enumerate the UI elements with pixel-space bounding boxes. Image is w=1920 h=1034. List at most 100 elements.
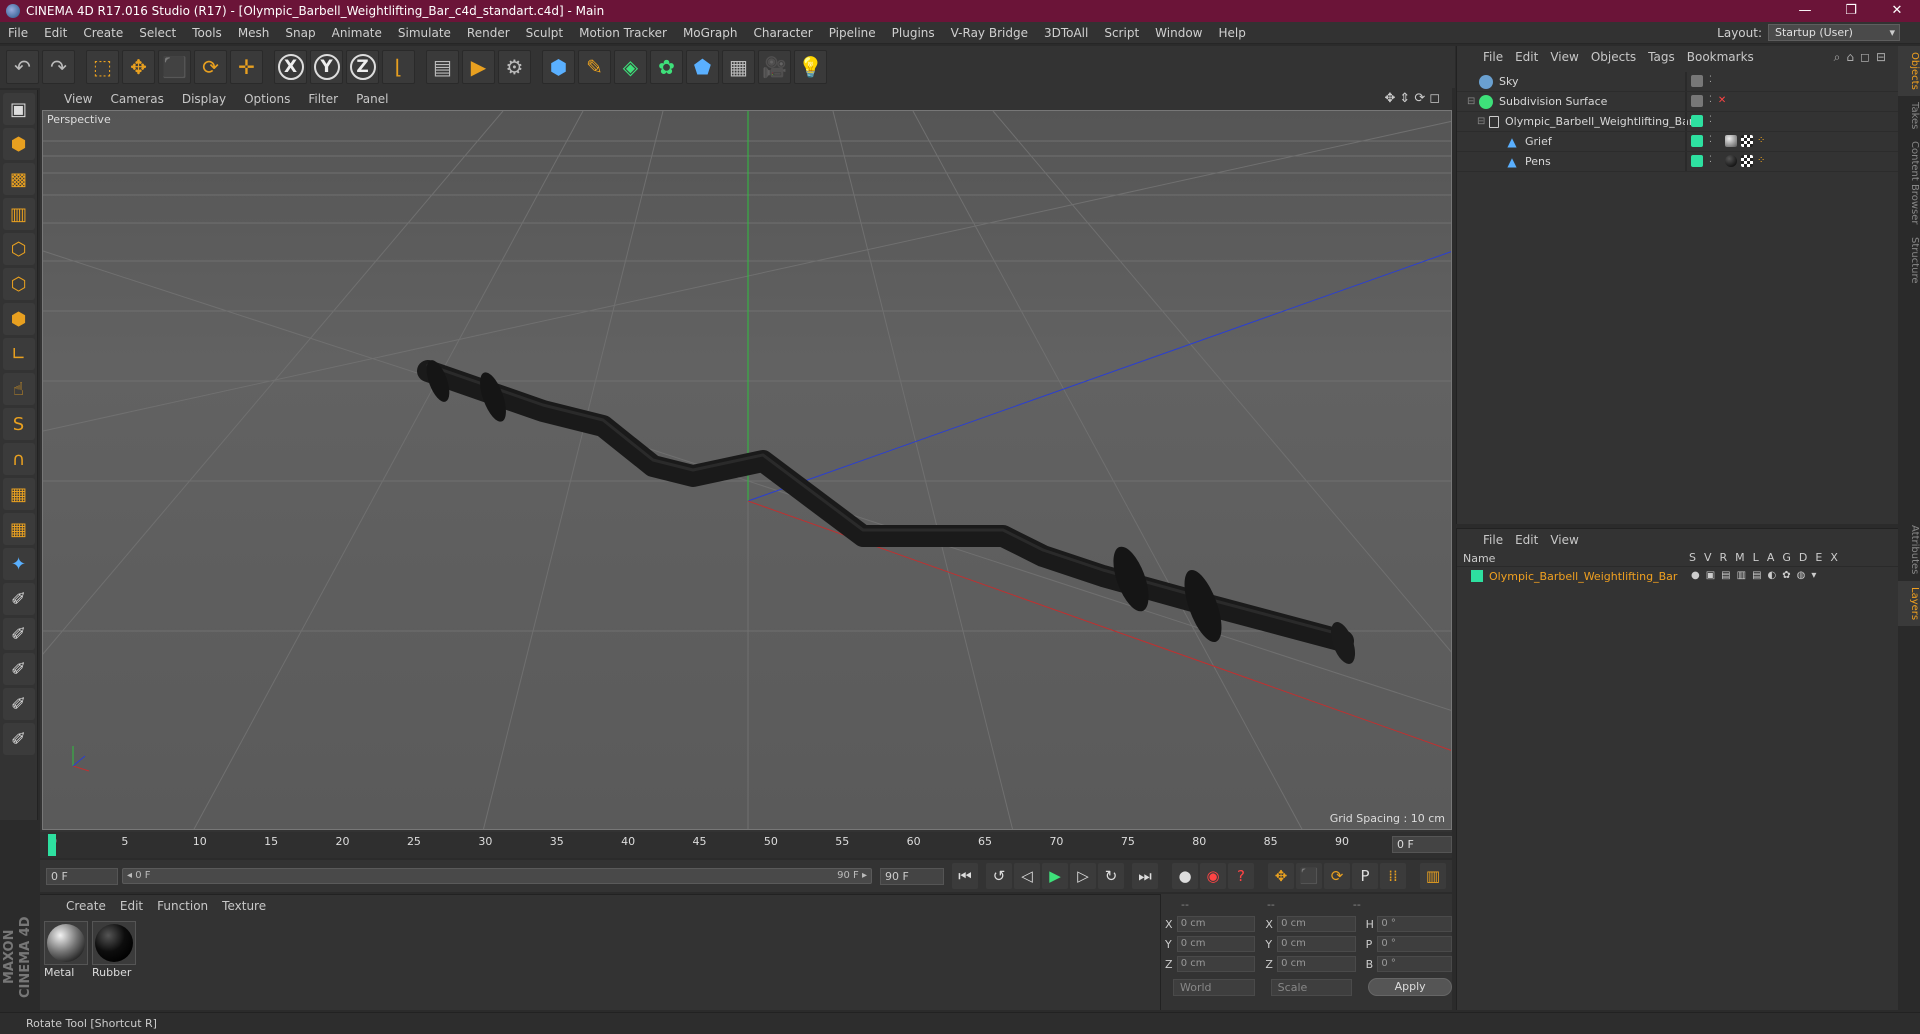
render-picture-viewer-button[interactable]: ▶ <box>462 50 495 84</box>
viewport-menu-cameras[interactable]: Cameras <box>102 92 173 106</box>
record-scale-button[interactable]: ⬛ <box>1296 863 1322 889</box>
menu-vray-bridge[interactable]: V-Ray Bridge <box>943 22 1036 44</box>
grid-sync-icon[interactable]: ▦ <box>2 513 35 545</box>
tab-takes[interactable]: Takes <box>1898 96 1920 135</box>
points-mode-icon[interactable]: ⬡ <box>2 233 35 265</box>
tab-objects[interactable]: Objects <box>1898 46 1920 96</box>
keyframe-selection-button[interactable]: ? <box>1228 863 1254 889</box>
layers-menu-file[interactable]: File <box>1479 533 1511 547</box>
sculpt-pull-icon[interactable]: ✐ <box>2 653 35 685</box>
undo-button[interactable]: ↶ <box>6 50 39 84</box>
xrefs-column-header[interactable]: X <box>1830 551 1838 564</box>
menu-mesh[interactable]: Mesh <box>230 22 278 44</box>
metal-material-tag-icon[interactable] <box>1725 135 1737 147</box>
y-axis-lock-button[interactable]: Y <box>310 50 343 84</box>
z-axis-lock-button[interactable]: Z <box>346 50 379 84</box>
previous-frame-button[interactable]: ◁ <box>1014 863 1040 889</box>
light-button[interactable]: 💡 <box>794 50 827 84</box>
make-editable-icon[interactable]: ▣ <box>2 93 35 125</box>
rotate-tool-button[interactable]: ⟳ <box>194 50 227 84</box>
viewport-menu-panel[interactable]: Panel <box>348 92 398 106</box>
array-button[interactable]: ✿ <box>650 50 683 84</box>
viewport-nav-icons[interactable]: ✥⇕⟳◻ <box>1385 91 1444 106</box>
sculpt-grab-icon[interactable]: ✐ <box>2 688 35 720</box>
end-frame-field[interactable]: 90 F <box>880 868 944 885</box>
menu-snap[interactable]: Snap <box>277 22 323 44</box>
next-frame-button[interactable]: ▷ <box>1070 863 1096 889</box>
menu-file[interactable]: File <box>0 22 36 44</box>
workplane-icon[interactable]: ▥ <box>2 198 35 230</box>
edit-check-icon[interactable] <box>1691 75 1703 87</box>
menu-plugins[interactable]: Plugins <box>884 22 943 44</box>
layer-color-swatch[interactable] <box>1691 135 1703 147</box>
menu-render[interactable]: Render <box>459 22 518 44</box>
edit-check-icon[interactable] <box>1691 95 1703 107</box>
render-view-button[interactable]: ▤ <box>426 50 459 84</box>
layer-flags[interactable]: ●▣▤▥▤◐✿◍▾ <box>1691 570 1822 581</box>
texture-mode-icon[interactable]: ▩ <box>2 163 35 195</box>
redo-button[interactable]: ↷ <box>42 50 75 84</box>
uvw-tag-icon[interactable] <box>1741 135 1753 147</box>
timeline-ticks[interactable]: 051015202530354045505560657075808590 <box>48 832 1380 858</box>
record-button[interactable]: ● <box>1172 863 1198 889</box>
tab-attributes[interactable]: Attributes <box>1898 519 1920 580</box>
phong-tag-icon[interactable]: ⁘ <box>1757 135 1765 147</box>
viewport-menu-options[interactable]: Options <box>236 92 300 106</box>
locked-column-header[interactable]: L <box>1753 551 1759 564</box>
size-y-field[interactable]: 0 cm <box>1277 936 1356 952</box>
menu-edit[interactable]: Edit <box>36 22 75 44</box>
objects-menu-objects[interactable]: Objects <box>1587 50 1644 64</box>
object-row-grief[interactable]: ▲ Grief ⁚ ⁘ <box>1457 132 1899 152</box>
layer-row-olympic-barbell[interactable]: Olympic_Barbell_Weightlifting_Bar ●▣▤▥▤◐… <box>1457 567 1898 585</box>
x-axis-lock-button[interactable]: X <box>274 50 307 84</box>
object-manager-header-icons[interactable]: ⌕⌂◻⊟ <box>1834 50 1892 65</box>
go-to-end-button[interactable]: ⏭ <box>1132 863 1158 889</box>
coordinate-space-dropdown[interactable]: World <box>1173 978 1255 996</box>
objects-menu-edit[interactable]: Edit <box>1511 50 1546 64</box>
layers-menu-view[interactable]: View <box>1546 533 1586 547</box>
render-settings-button[interactable]: ⚙ <box>498 50 531 84</box>
python-icon[interactable]: ✦ <box>2 548 35 580</box>
viewport-menu-view[interactable]: View <box>56 92 102 106</box>
tab-layers[interactable]: Layers <box>1898 580 1920 626</box>
menu-window[interactable]: Window <box>1147 22 1210 44</box>
size-mode-dropdown[interactable]: Scale <box>1270 978 1353 996</box>
move-tool-button[interactable]: ✥ <box>122 50 155 84</box>
magnet-icon[interactable]: ∩ <box>2 443 35 475</box>
material-menu-create[interactable]: Create <box>62 899 116 913</box>
rotation-p-field[interactable]: 0 ° <box>1377 936 1453 952</box>
visibility-dots-icon[interactable]: ⁚ <box>1709 115 1712 127</box>
cube-object-button[interactable]: ⬢ <box>542 50 575 84</box>
record-parameter-button[interactable]: P <box>1352 863 1378 889</box>
disabled-x-icon[interactable]: ✕ <box>1718 95 1726 107</box>
tweak-icon[interactable]: ☝ <box>2 373 35 405</box>
record-position-button[interactable]: ✥ <box>1268 863 1294 889</box>
viewport-menu-filter[interactable]: Filter <box>300 92 348 106</box>
polygons-mode-icon[interactable]: ⬢ <box>2 303 35 335</box>
menu-script[interactable]: Script <box>1096 22 1147 44</box>
restore-button[interactable]: ❐ <box>1828 0 1874 22</box>
minimize-button[interactable]: — <box>1782 0 1828 22</box>
object-row-sky[interactable]: Sky ⁚ <box>1457 72 1899 92</box>
deformer-button[interactable]: ⬟ <box>686 50 719 84</box>
menu-sculpt[interactable]: Sculpt <box>518 22 571 44</box>
scale-tool-button[interactable]: ⬛ <box>158 50 191 84</box>
objects-menu-file[interactable]: File <box>1479 50 1511 64</box>
objects-menu-tags[interactable]: Tags <box>1644 50 1683 64</box>
autokey-button[interactable]: ◉ <box>1200 863 1226 889</box>
edges-mode-icon[interactable]: ⬡ <box>2 268 35 300</box>
axis-mode-icon[interactable]: ∟ <box>2 338 35 370</box>
object-row-pens[interactable]: ▲ Pens ⁚ ⁘ <box>1457 152 1899 172</box>
uvw-tag-icon[interactable] <box>1741 155 1753 167</box>
tab-content-browser[interactable]: Content Browser <box>1898 135 1920 230</box>
material-menu-edit[interactable]: Edit <box>116 899 153 913</box>
manager-column-header[interactable]: M <box>1735 551 1745 564</box>
grid-lock-icon[interactable]: ▦ <box>2 478 35 510</box>
frame-range-slider[interactable]: ◂ 0 F 90 F ▸ <box>122 868 872 884</box>
rotation-b-field[interactable]: 0 ° <box>1377 956 1453 972</box>
position-z-field[interactable]: 0 cm <box>1176 956 1256 972</box>
next-key-button[interactable]: ↻ <box>1098 863 1124 889</box>
object-row-olympic-barbell[interactable]: ⊟ Olympic_Barbell_Weightlifting_Bar ⁚ <box>1457 112 1899 132</box>
floor-button[interactable]: ▦ <box>722 50 755 84</box>
visibility-dots-icon[interactable]: ⁚ <box>1709 155 1712 167</box>
